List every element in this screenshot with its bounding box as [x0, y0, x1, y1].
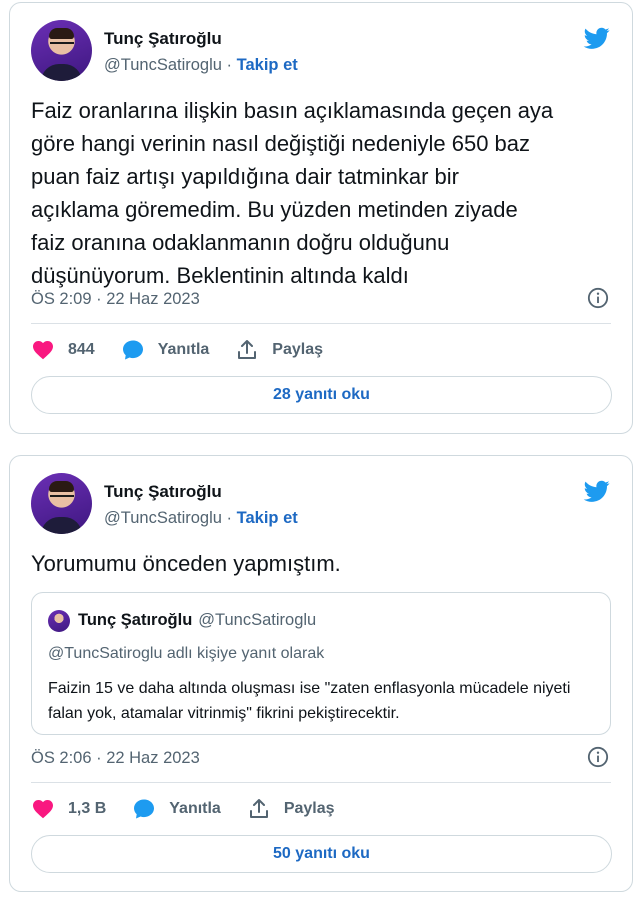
separator-dot: ·	[226, 56, 233, 74]
read-replies-button[interactable]: 50 yanıtı oku	[31, 835, 612, 873]
author-handle[interactable]: @TuncSatiroglu	[104, 56, 222, 74]
tweet-timestamp[interactable]: ÖS 2:06 · 22 Haz 2023	[31, 749, 200, 768]
avatar[interactable]	[31, 20, 92, 81]
speech-bubble-icon	[122, 340, 143, 360]
reply-label: Yanıtla	[169, 800, 221, 817]
author-handle[interactable]: @TuncSatiroglu	[104, 509, 222, 527]
share-label: Paylaş	[272, 341, 323, 358]
divider	[31, 323, 611, 324]
follow-button[interactable]: Takip et	[237, 509, 298, 527]
like-button[interactable]: 844	[31, 338, 95, 362]
tweet-card: Tunç Şatıroğlu @TuncSatiroglu · Takip et…	[9, 2, 633, 434]
info-icon[interactable]	[587, 746, 609, 768]
info-icon[interactable]	[587, 287, 609, 309]
author-handle-line: @TuncSatiroglu · Takip et	[104, 56, 298, 75]
tweet-text: Yorumumu önceden yapmıştım.	[31, 551, 341, 576]
author-name[interactable]: Tunç Şatıroğlu	[104, 29, 222, 49]
quoted-tweet[interactable]: Tunç Şatıroğlu @TuncSatiroglu @TuncSatiro…	[31, 592, 611, 735]
reply-button[interactable]: Yanıtla	[132, 797, 221, 821]
avatar	[48, 610, 70, 632]
like-button[interactable]: 1,3 B	[31, 797, 106, 821]
share-icon	[249, 799, 268, 818]
action-bar: 1,3 B Yanıtla Paylaş	[31, 796, 361, 822]
reply-context: @TuncSatiroglu adlı kişiye yanıt olarak	[48, 645, 325, 662]
tweet-timestamp[interactable]: ÖS 2:09 · 22 Haz 2023	[31, 290, 200, 309]
share-button[interactable]: Paylaş	[247, 797, 335, 821]
quoted-author: Tunç Şatıroğlu @TuncSatiroglu	[78, 611, 316, 630]
divider	[31, 782, 611, 783]
tweet-card: Tunç Şatıroğlu @TuncSatiroglu · Takip et…	[9, 455, 633, 892]
read-replies-button[interactable]: 28 yanıtı oku	[31, 376, 612, 414]
quoted-tweet-text: Faizin 15 ve daha altında oluşması ise "…	[48, 680, 571, 722]
like-count: 1,3 B	[68, 800, 107, 817]
like-count: 844	[68, 341, 95, 358]
quoted-author-handle: @TuncSatiroglu	[198, 611, 317, 629]
reply-button[interactable]: Yanıtla	[121, 338, 210, 362]
action-bar: 844 Yanıtla Paylaş	[31, 337, 349, 363]
author-handle-line: @TuncSatiroglu · Takip et	[104, 509, 298, 528]
author-name[interactable]: Tunç Şatıroğlu	[104, 482, 222, 502]
avatar[interactable]	[31, 473, 92, 534]
heart-icon	[33, 800, 53, 819]
separator-dot: ·	[226, 509, 233, 527]
reply-label: Yanıtla	[157, 341, 210, 358]
heart-icon	[33, 341, 53, 360]
share-icon	[238, 340, 257, 359]
twitter-bird-icon[interactable]	[582, 478, 612, 504]
share-label: Paylaş	[283, 800, 335, 817]
share-button[interactable]: Paylaş	[235, 338, 323, 362]
speech-bubble-icon	[134, 799, 155, 819]
twitter-bird-icon[interactable]	[582, 25, 612, 51]
follow-button[interactable]: Takip et	[237, 56, 298, 74]
tweet-text: Faiz oranlarına ilişkin basın açıklaması…	[31, 98, 554, 288]
quoted-author-name: Tunç Şatıroğlu	[78, 611, 193, 629]
